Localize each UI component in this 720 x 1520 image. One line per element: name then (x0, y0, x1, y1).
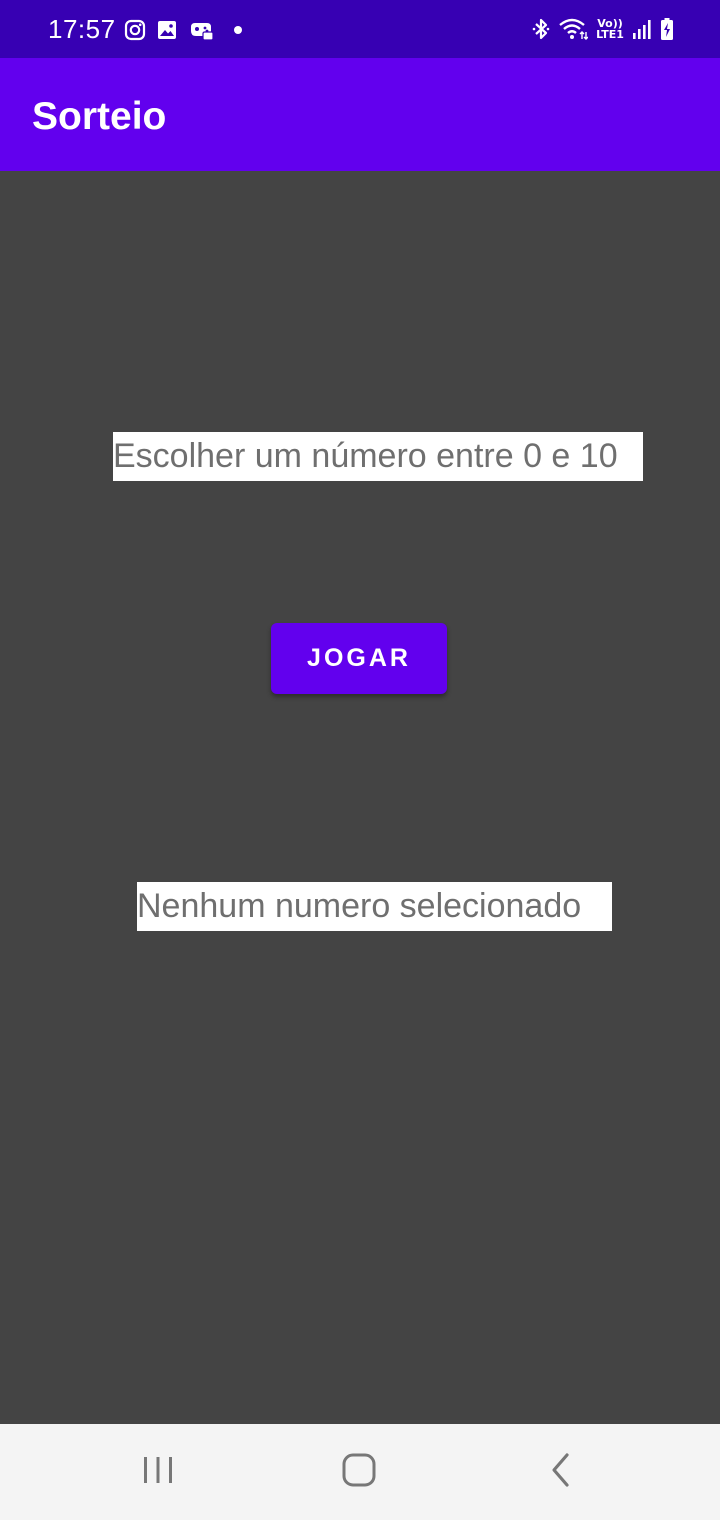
wifi-icon (558, 17, 588, 41)
notification-dot-icon (234, 26, 242, 34)
app-title: Sorteio (32, 95, 167, 138)
status-time: 17:57 (48, 14, 116, 44)
main-content: Escolher um número entre 0 e 10 JOGAR Ne… (0, 171, 720, 1424)
status-left-icons (124, 16, 242, 44)
status-bar: 17:57 Vo)) LTE1 (0, 0, 720, 58)
navigation-bar (0, 1424, 720, 1520)
result-text: Nenhum numero selecionado (137, 882, 612, 931)
volte-line-2: LTE1 (596, 28, 624, 41)
home-button[interactable] (319, 1444, 399, 1500)
play-button[interactable]: JOGAR (271, 623, 447, 694)
instagram-icon (124, 19, 146, 41)
home-icon (341, 1452, 377, 1493)
battery-charging-icon (660, 17, 674, 41)
game-launcher-icon (188, 19, 214, 41)
status-right-icons: Vo)) LTE1 (532, 14, 674, 44)
bluetooth-icon (532, 17, 550, 41)
back-button[interactable] (521, 1444, 601, 1500)
recent-apps-button[interactable] (118, 1444, 198, 1500)
prompt-text: Escolher um número entre 0 e 10 (113, 432, 643, 481)
app-bar: Sorteio (0, 58, 720, 171)
gallery-icon (156, 19, 178, 41)
volte-icon: Vo)) LTE1 (596, 18, 624, 40)
signal-icon (632, 18, 652, 40)
recent-apps-icon (141, 1454, 175, 1491)
back-icon (548, 1452, 574, 1493)
